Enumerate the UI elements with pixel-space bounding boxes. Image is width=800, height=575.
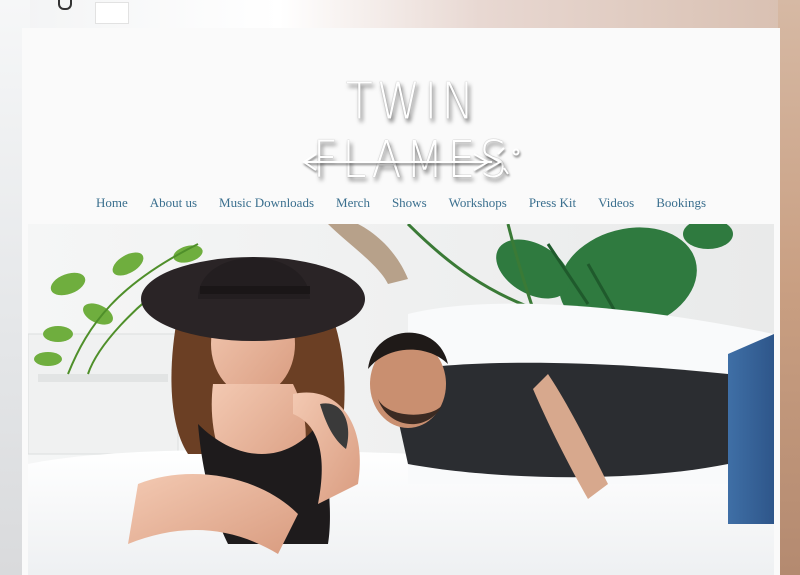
main-nav: Home About us Music Downloads Merch Show…	[22, 194, 780, 216]
background-shelf	[95, 2, 129, 24]
arrow-logo-icon	[302, 147, 520, 175]
nav-merch[interactable]: Merch	[336, 195, 370, 211]
background-hook	[58, 0, 72, 10]
page-card: TWIN FLAMES Home About us Music Download…	[22, 28, 780, 575]
nav-bookings[interactable]: Bookings	[656, 195, 706, 211]
hero-image	[28, 224, 774, 575]
nav-home[interactable]: Home	[96, 195, 128, 211]
site-logo[interactable]: TWIN FLAMES	[262, 72, 562, 200]
band-photo	[28, 224, 774, 575]
nav-music-downloads[interactable]: Music Downloads	[219, 195, 314, 211]
nav-press-kit[interactable]: Press Kit	[529, 195, 576, 211]
nav-about-us[interactable]: About us	[150, 195, 197, 211]
nav-shows[interactable]: Shows	[392, 195, 427, 211]
nav-workshops[interactable]: Workshops	[449, 195, 507, 211]
nav-videos[interactable]: Videos	[598, 195, 634, 211]
background-right	[778, 0, 800, 575]
